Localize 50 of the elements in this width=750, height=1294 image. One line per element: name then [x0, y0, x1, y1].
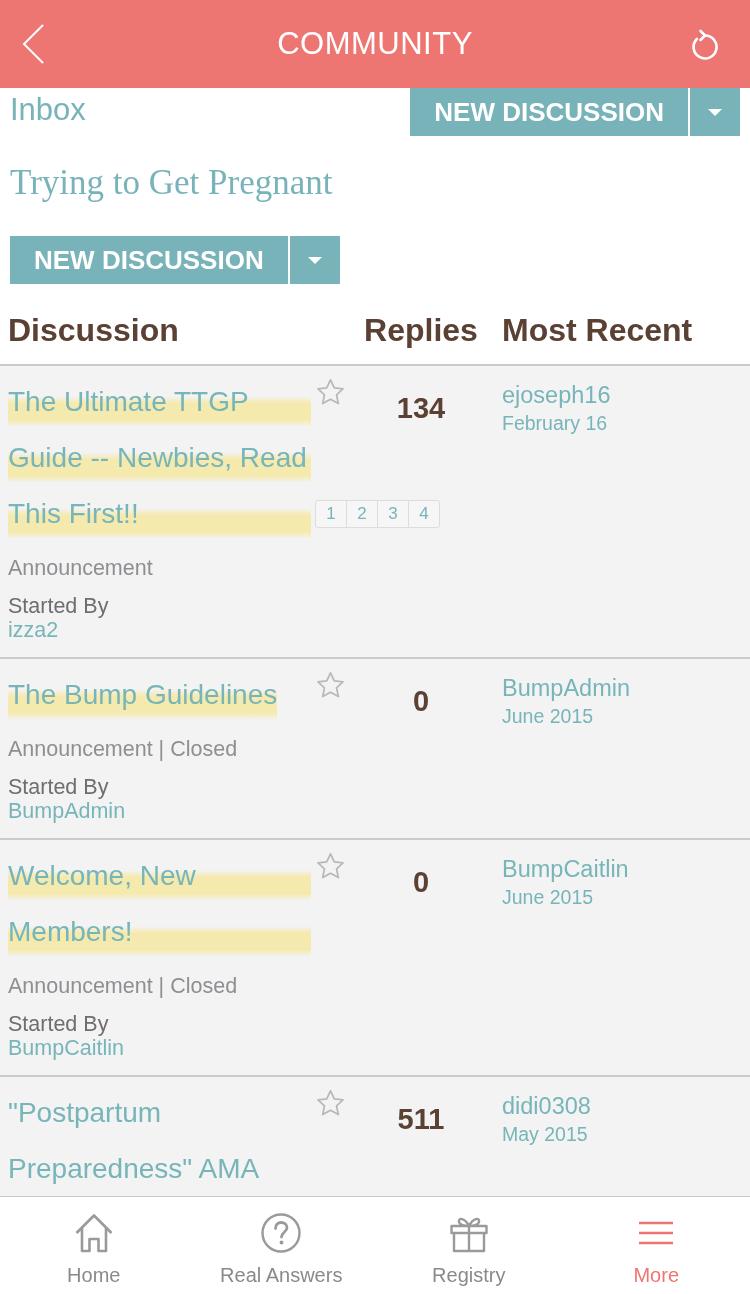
category-text: Announcement — [8, 556, 153, 580]
user-link[interactable]: BumpAdmin — [502, 674, 630, 702]
refresh-icon[interactable] — [690, 28, 720, 60]
started-by-label: Started By — [8, 594, 109, 618]
date-text: June 2015 — [502, 886, 594, 908]
replies-count: 511 — [397, 1103, 445, 1135]
caret-down-icon — [307, 256, 322, 264]
nav-tab[interactable]: More — [562, 1197, 750, 1294]
new-discussion-button[interactable]: NEW DISCUSSION — [410, 88, 688, 136]
date-text: May 2015 — [502, 1123, 588, 1145]
star-icon[interactable] — [315, 1089, 346, 1118]
author-link[interactable]: BumpAdmin — [8, 799, 126, 823]
user-link[interactable]: ejoseph16 — [502, 381, 611, 409]
dropdown-button[interactable] — [690, 88, 740, 136]
page-link[interactable]: 4 — [408, 500, 440, 528]
discussion-title-link[interactable]: "Postpartum Preparedness" AMA — [8, 1085, 311, 1196]
column-header: Discussion — [8, 311, 179, 348]
star-icon[interactable] — [315, 378, 346, 407]
nav-tab[interactable]: Registry — [375, 1197, 563, 1294]
inbox-link[interactable]: Inbox — [10, 92, 86, 128]
home-icon — [73, 1213, 114, 1253]
replies-count: 0 — [412, 866, 430, 898]
caret-down-icon — [708, 108, 722, 116]
started-by-label: Started By — [8, 775, 109, 799]
nav-tab[interactable]: Real Answers — [187, 1197, 375, 1294]
user-link[interactable]: didi0308 — [502, 1092, 591, 1120]
replies-count: 134 — [396, 392, 446, 424]
category-text: Announcement | Closed — [8, 737, 238, 761]
new-discussion-button[interactable]: NEW DISCUSSION — [10, 236, 288, 284]
date-text: June 2015 — [502, 705, 594, 727]
page-link[interactable]: 2 — [346, 500, 378, 528]
dropdown-button[interactable] — [289, 236, 340, 284]
column-header: Most Recent — [502, 311, 693, 348]
board-title: Trying to Get Pregnant — [10, 163, 333, 203]
category-text: Announcement | Closed — [8, 974, 238, 998]
star-icon[interactable] — [315, 671, 346, 700]
user-link[interactable]: BumpCaitlin — [502, 855, 629, 883]
page-link[interactable]: 1 — [315, 500, 347, 528]
help-icon — [261, 1213, 302, 1253]
author-link[interactable]: BumpCaitlin — [8, 1036, 124, 1060]
replies-count: 0 — [412, 685, 430, 717]
page-link[interactable]: 3 — [377, 500, 409, 528]
chevron-left-icon[interactable] — [22, 24, 44, 64]
nav-tab[interactable]: Home — [0, 1197, 188, 1294]
author-link[interactable]: izza2 — [8, 618, 59, 642]
started-by-label: Started By — [8, 1012, 109, 1036]
star-icon[interactable] — [315, 852, 346, 881]
column-header: Replies — [364, 311, 478, 348]
date-text: February 16 — [502, 412, 608, 434]
screen-title: COMMUNITY — [277, 26, 473, 62]
